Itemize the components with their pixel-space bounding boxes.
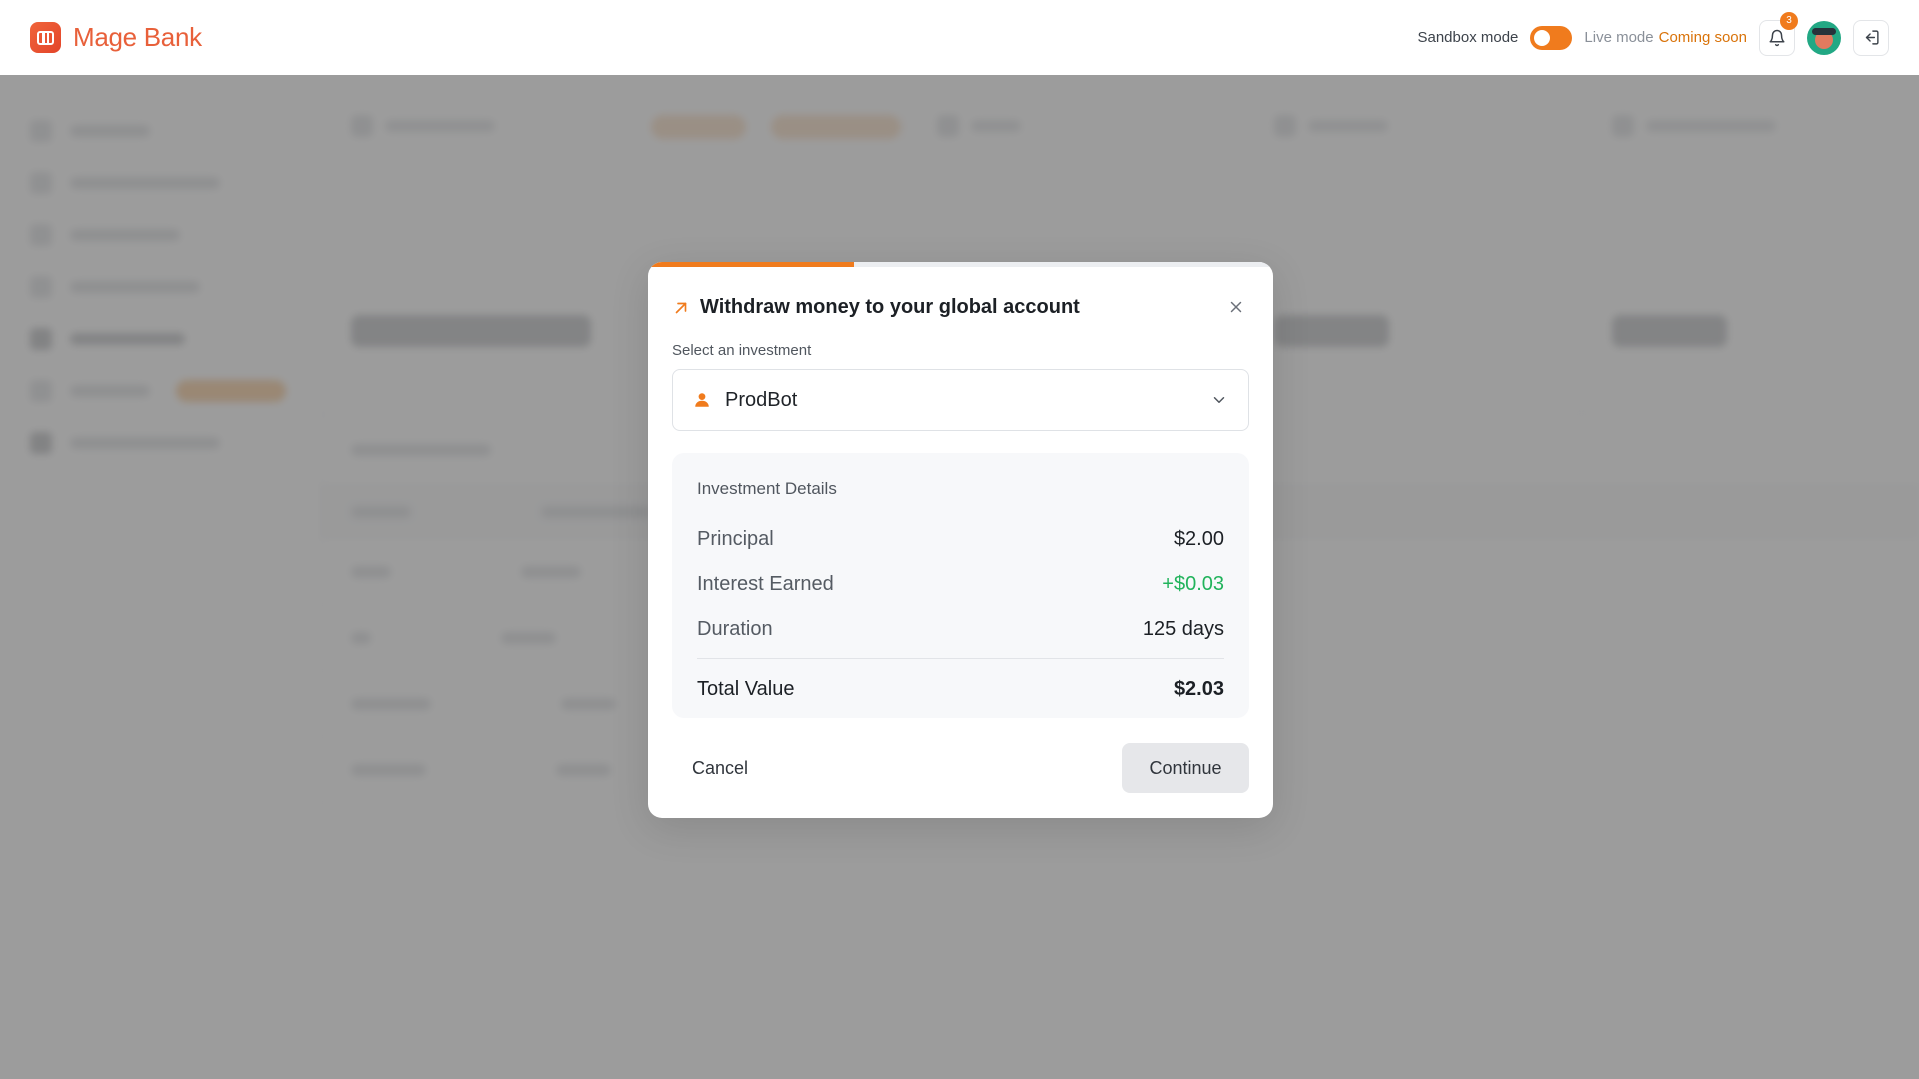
duration-value: 125 days: [1142, 618, 1224, 640]
selected-investment: ProdBot: [725, 388, 798, 411]
live-mode-label: Live mode: [1584, 29, 1654, 46]
total-row: Total Value $2.03: [697, 667, 1224, 712]
mage-bank-logo-icon: [30, 22, 61, 53]
investment-select[interactable]: ProdBot: [672, 369, 1249, 431]
brand-name: Mage Bank: [73, 22, 202, 52]
principal-row: Principal $2.00: [697, 517, 1224, 562]
details-divider: [697, 658, 1224, 659]
total-label: Total Value: [697, 678, 795, 700]
arrow-up-right-icon: [675, 302, 687, 313]
cancel-button[interactable]: Cancel: [672, 746, 768, 791]
user-icon: [695, 393, 709, 407]
details-title: Investment Details: [697, 479, 837, 498]
sandbox-mode-label: Sandbox mode: [1417, 29, 1519, 46]
notification-badge: 3: [1780, 11, 1798, 30]
header-controls: Sandbox mode Live mode Coming soon 3: [1417, 11, 1889, 56]
mode-toggle[interactable]: [1530, 25, 1573, 50]
interest-value: +$0.03: [1162, 573, 1224, 595]
notifications-button[interactable]: 3: [1759, 11, 1798, 56]
top-bar: Mage Bank Sandbox mode Live mode Coming …: [0, 0, 1919, 75]
interest-row: Interest Earned +$0.03: [697, 562, 1224, 607]
chevron-down-icon: [1213, 397, 1225, 403]
investment-details: Investment Details Principal $2.00 Inter…: [672, 453, 1249, 718]
brand[interactable]: Mage Bank: [30, 22, 202, 53]
principal-label: Principal: [697, 528, 774, 550]
logout-button[interactable]: [1853, 19, 1889, 56]
duration-row: Duration 125 days: [697, 607, 1224, 652]
step-progress-fill: [648, 262, 855, 267]
withdraw-modal: Withdraw money to your global account Se…: [648, 262, 1273, 818]
step-progress: [648, 262, 1273, 267]
investment-select-label: Select an investment: [672, 342, 812, 359]
continue-button[interactable]: Continue: [1122, 743, 1249, 793]
user-avatar[interactable]: [1807, 20, 1841, 55]
coming-soon-label: Coming soon: [1658, 29, 1747, 46]
modal-footer: Cancel Continue: [672, 743, 1249, 793]
modal-title: Withdraw money to your global account: [700, 296, 1080, 318]
interest-label: Interest Earned: [697, 573, 834, 595]
close-icon[interactable]: [1227, 298, 1245, 316]
modal-header: Withdraw money to your global account: [672, 296, 1080, 319]
total-value: $2.03: [1173, 678, 1224, 700]
bell-icon: [1769, 29, 1785, 46]
logout-icon: [1865, 30, 1879, 45]
principal-value: $2.00: [1173, 528, 1224, 550]
duration-label: Duration: [697, 618, 773, 640]
